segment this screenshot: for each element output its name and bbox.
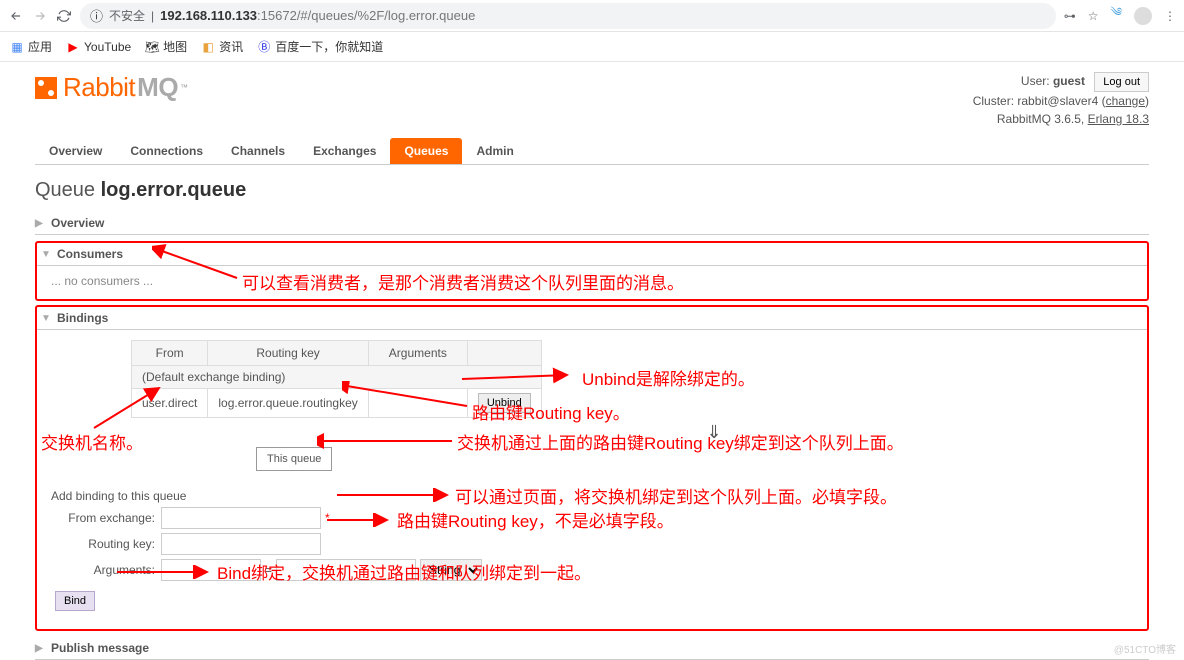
forward-icon[interactable]	[32, 8, 48, 24]
col-arguments: Arguments	[368, 341, 467, 366]
cluster-name: rabbit@slaver4	[1017, 94, 1098, 108]
version-text: RabbitMQ 3.6.5,	[997, 112, 1084, 126]
info-icon: ⓘ	[90, 6, 103, 25]
bookmark-maps[interactable]: 🗺地图	[145, 38, 187, 55]
default-binding-row: (Default exchange binding)	[132, 366, 542, 389]
tab-connections[interactable]: Connections	[116, 138, 217, 164]
chevron-down-icon: ▼	[41, 313, 51, 324]
tab-channels[interactable]: Channels	[217, 138, 299, 164]
section-overview-header[interactable]: ▶ Overview	[35, 212, 1149, 235]
from-exchange-input[interactable]	[161, 507, 321, 529]
form-row-arguments: Arguments: = String	[51, 559, 1147, 581]
chevron-right-icon: ▶	[35, 218, 45, 229]
address-bar[interactable]: ⓘ 不安全 | 192.168.110.133:15672/#/queues/%…	[80, 3, 1056, 29]
logout-button[interactable]: Log out	[1094, 72, 1149, 92]
annotation: Unbind是解除绑定的。	[582, 365, 755, 390]
user-label: User:	[1021, 74, 1050, 88]
section-publish-header[interactable]: ▶ Publish message	[35, 637, 1149, 660]
tab-admin[interactable]: Admin	[462, 138, 527, 164]
annotation: 路由键Routing key，不是必填字段。	[397, 507, 674, 532]
cell-routing-key: log.error.queue.routingkey	[208, 389, 368, 418]
profile-icon[interactable]	[1134, 7, 1152, 25]
key-icon[interactable]: ⊶	[1064, 9, 1076, 23]
apps-icon[interactable]: ▦应用	[10, 38, 52, 55]
bookmarks-bar: ▦应用 ▶YouTube 🗺地图 ◧资讯 Ⓑ百度一下，你就知道	[0, 32, 1184, 62]
back-icon[interactable]	[8, 8, 24, 24]
cell-from[interactable]: user.direct	[132, 389, 208, 418]
bindings-box: ▼ Bindings From Routing key Arguments (D…	[35, 305, 1149, 631]
tab-queues[interactable]: Queues	[390, 138, 462, 164]
annotation: 可以通过页面，将交换机绑定到这个队列上面。必填字段。	[455, 483, 897, 508]
section-bindings-header[interactable]: ▼ Bindings	[37, 307, 1147, 330]
erlang-link[interactable]: Erlang 18.3	[1088, 112, 1149, 126]
user-block: User: guest Log out Cluster: rabbit@slav…	[973, 72, 1149, 128]
reload-icon[interactable]	[56, 8, 72, 24]
page-header: RabbitMQ™ User: guest Log out Cluster: r…	[35, 72, 1149, 128]
cluster-label: Cluster:	[973, 94, 1014, 108]
bookmark-youtube[interactable]: ▶YouTube	[66, 40, 131, 54]
logo-icon	[35, 77, 57, 99]
form-row-routing-key: Routing key:	[51, 533, 1147, 555]
tab-overview[interactable]: Overview	[35, 138, 116, 164]
watermark: @51CTO博客	[1114, 641, 1176, 656]
insecure-label: 不安全	[109, 7, 145, 24]
url-host: 192.168.110.133:15672/#/queues/%2F/log.e…	[160, 8, 475, 23]
page-title: Queue log.error.queue	[35, 179, 1149, 202]
bookmark-news[interactable]: ◧资讯	[201, 38, 243, 55]
cell-arguments	[368, 389, 467, 418]
annotation: Bind绑定，交换机通过路由键和队列绑定到一起。	[217, 559, 591, 584]
chevron-down-icon: ▼	[41, 249, 51, 260]
bird-icon[interactable]: ༄	[1111, 0, 1122, 33]
change-link[interactable]: change	[1106, 94, 1145, 108]
annotation: 可以查看消费者，是那个消费者消费这个队列里面的消息。	[242, 269, 684, 294]
col-from: From	[132, 341, 208, 366]
rabbitmq-logo: RabbitMQ™	[35, 72, 188, 103]
required-mark: *	[325, 511, 330, 525]
tab-exchanges[interactable]: Exchanges	[299, 138, 390, 164]
section-consumers-header[interactable]: ▼ Consumers	[37, 243, 1147, 266]
bind-button[interactable]: Bind	[55, 591, 95, 611]
chevron-right-icon: ▶	[35, 643, 45, 654]
annotation: 路由键Routing key。	[472, 399, 630, 424]
nav-tabs: Overview Connections Channels Exchanges …	[35, 138, 1149, 165]
consumers-box: ▼ Consumers ... no consumers ... 可以查看消费者…	[35, 241, 1149, 301]
col-routing-key: Routing key	[208, 341, 368, 366]
bookmark-baidu[interactable]: Ⓑ百度一下，你就知道	[257, 38, 383, 55]
annotation: 交换机通过上面的路由键Routing key绑定到这个队列上面。	[457, 429, 904, 454]
annotation: 交换机名称。	[41, 429, 143, 454]
menu-icon[interactable]: ⋮	[1164, 9, 1176, 23]
no-consumers-text: ... no consumers ...	[51, 274, 153, 288]
routing-key-input[interactable]	[161, 533, 321, 555]
browser-right-icons: ⊶ ☆ ༄ ⋮	[1064, 0, 1176, 33]
user-name: guest	[1053, 74, 1085, 88]
browser-toolbar: ⓘ 不安全 | 192.168.110.133:15672/#/queues/%…	[0, 0, 1184, 32]
this-queue-box: This queue	[256, 447, 332, 471]
star-icon[interactable]: ☆	[1088, 9, 1099, 23]
